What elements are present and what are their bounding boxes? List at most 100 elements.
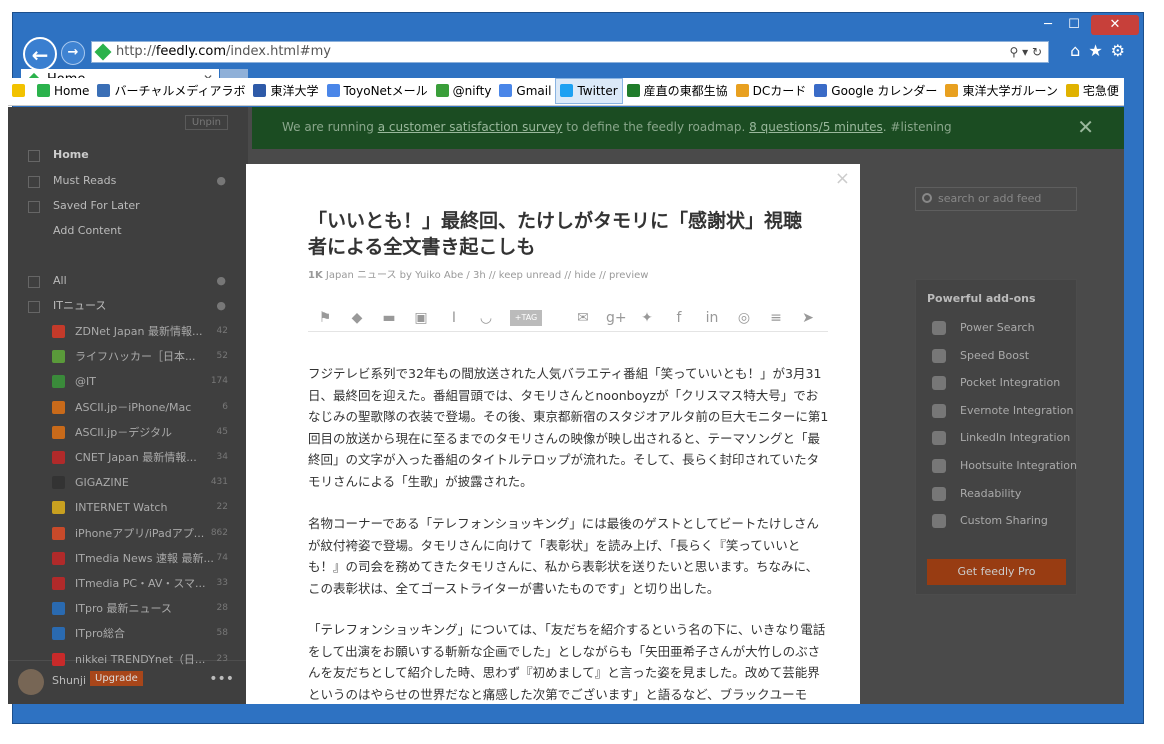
addon-item[interactable]: Custom Sharing [916,509,1078,533]
google-icon [326,84,340,97]
addon-item[interactable]: Evernote Integration [916,399,1078,423]
sidebar-item-2[interactable]: Saved For Later [8,194,248,218]
addons-header: Powerful add-ons [927,292,1036,305]
unread-count: 6 [222,401,228,412]
buffer-icon[interactable]: ≡ [767,310,785,326]
sidebar-item-1[interactable]: Must Reads ● [8,169,248,193]
feed-item[interactable]: GIGAZINE 431 [8,470,248,495]
feedly-content: Unpin Shunji Upgrade ••• Home Must Reads ●… [8,107,1124,704]
close-article-icon[interactable]: × [835,168,850,189]
chevron-down-icon [28,301,40,313]
maximize-button[interactable]: ☐ [1061,15,1087,35]
feed-favicon-icon [52,425,65,439]
favorite-twitter[interactable]: Twitter [555,78,623,104]
addon-item[interactable]: Readability [916,482,1078,506]
close-banner-icon[interactable]: ✕ [1077,107,1094,147]
facebook-icon[interactable]: f [670,310,688,326]
survey-banner: We are running a customer satisfaction s… [252,107,1124,149]
meta-details[interactable]: Japan ニュース by Yuiko Abe / 3h // keep unr… [326,270,649,281]
close-window-button[interactable]: ✕ [1091,15,1139,35]
upgrade-button[interactable]: Upgrade [90,671,143,686]
favorite-label: ToyoNetメール [343,84,428,98]
favorite-calendar[interactable]: Google カレンダー [810,78,941,104]
feed-item[interactable]: ITmedia News 速報 最新... 74 [8,546,248,571]
feed-label: ASCII.jp－iPhone/Mac [75,400,192,414]
favorite-yamato[interactable]: 宅急便 [1062,78,1123,104]
addon-item[interactable]: LinkedIn Integration [916,426,1078,450]
readability-icon [932,486,946,501]
feed-label: ZDNet Japan 最新情報... [75,325,203,338]
addon-item[interactable]: Power Search [916,316,1078,340]
sidebar-item-0[interactable]: Home [8,143,248,167]
feed-item[interactable]: INTERNET Watch 22 [8,495,248,520]
feed-item[interactable]: ITmedia PC・AV・スマ... 33 [8,571,248,596]
addon-item[interactable]: Hootsuite Integration [916,454,1078,478]
toolbar-icons[interactable]: ⌂★⚙ [1070,41,1133,60]
feed-item[interactable]: @IT 174 [8,369,248,394]
favorite-vml[interactable]: バーチャルメディアラボ [93,78,249,104]
pocket-icon[interactable]: ◡ [477,310,495,326]
favorite-google[interactable]: ToyoNetメール [323,78,432,104]
twitter-icon[interactable]: ✦ [638,310,656,326]
feed-item[interactable]: ZDNet Japan 最新情報... 42 [8,319,248,344]
favorite-google[interactable]: Gmail [495,78,555,104]
back-button[interactable]: ← [23,37,57,71]
address-tools-icon[interactable]: ⚲ ▾ ↻ [1010,42,1043,62]
feed-item[interactable]: nikkei TRENDYnet（日... 23 [8,647,248,672]
feed-item[interactable]: ライフハッカー［日本... 52 [8,344,248,369]
addon-label: Power Search [960,321,1035,334]
get-pro-button[interactable]: Get feedly Pro [927,559,1066,585]
favorite-toyo[interactable]: 東洋大学 [249,78,322,104]
url-path: /index.html#my [226,44,331,59]
feed-item[interactable]: ASCII.jp－iPhone/Mac 6 [8,395,248,420]
unpin-button[interactable]: Unpin [184,115,228,130]
feed-item[interactable]: CNET Japan 最新情報... 34 [8,445,248,470]
send-icon[interactable]: ➤ [799,310,817,326]
linkedin-icon[interactable]: in [703,310,721,326]
add-tag-button[interactable]: +TAG [510,310,542,326]
feed-favicon-icon [52,577,65,590]
feed-item[interactable]: ITpro総合 58 [8,621,248,646]
hootsuite-icon[interactable]: ◎ [735,310,753,326]
favorite-add[interactable] [8,78,33,104]
sidebar-item-5[interactable]: ITニュース ● [8,294,248,318]
avatar[interactable] [18,669,44,695]
email-icon[interactable]: ✉ [574,310,592,326]
addon-item[interactable]: Pocket Integration [916,371,1078,395]
article-title[interactable]: 「いいとも！」最終回、たけしがタモリに「感謝状」視聴者による全文書き起こしも [308,208,808,260]
questions-link[interactable]: 8 questions/5 minutes [749,120,883,134]
bookmark-icon[interactable]: ⚑ [316,310,334,326]
evernote-icon[interactable]: ◆ [348,310,366,326]
minimize-button[interactable]: ─ [1035,15,1061,35]
google-plus-icon[interactable]: g+ [606,310,627,326]
feed-label: ITmedia News 速報 最新... [75,551,214,565]
favorite-label: Gmail [516,84,552,98]
forward-button[interactable]: → [61,41,85,65]
favorite-coop[interactable]: 産直の東都生協 [623,78,732,104]
feed-favicon-icon [52,602,65,616]
search-input[interactable]: search or add feed [915,187,1077,211]
sidebar-item-4[interactable]: All ● [8,269,248,293]
feed-item[interactable]: ITpro 最新ニュース 28 [8,596,248,621]
more-options-icon[interactable]: ••• [209,671,234,687]
feed-favicon-icon [52,652,65,666]
onenote-icon[interactable]: ▣ [412,310,430,326]
favorite-label: 産直の東都生協 [643,84,728,98]
feed-label: ITpro 最新ニュース [75,602,172,616]
survey-link[interactable]: a customer satisfaction survey [378,120,563,134]
feed-label: @IT [75,375,96,389]
favorite-ie[interactable]: 東洋大学ガルーン [941,78,1061,104]
favorite-feedly[interactable]: Home [33,78,93,104]
address-bar[interactable]: http://feedly.com/index.html#my ⚲ ▾ ↻ [91,41,1049,63]
sidebar-item-3[interactable]: Add Content [8,219,248,243]
instapaper-icon[interactable]: I [445,310,463,326]
favorite-ie[interactable]: DCカード [732,78,811,104]
addon-item[interactable]: Speed Boost [916,344,1078,368]
favorite-nifty[interactable]: @nifty [432,78,496,104]
feed-favicon-icon [52,476,65,490]
sofa-icon[interactable]: ▬ [380,310,398,326]
feed-favicon-icon [52,451,65,464]
feed-favicon-icon [52,526,65,540]
feed-item[interactable]: iPhoneアプリ/iPadアプ... 862 [8,521,248,546]
feed-item[interactable]: ASCII.jp－デジタル 45 [8,420,248,445]
